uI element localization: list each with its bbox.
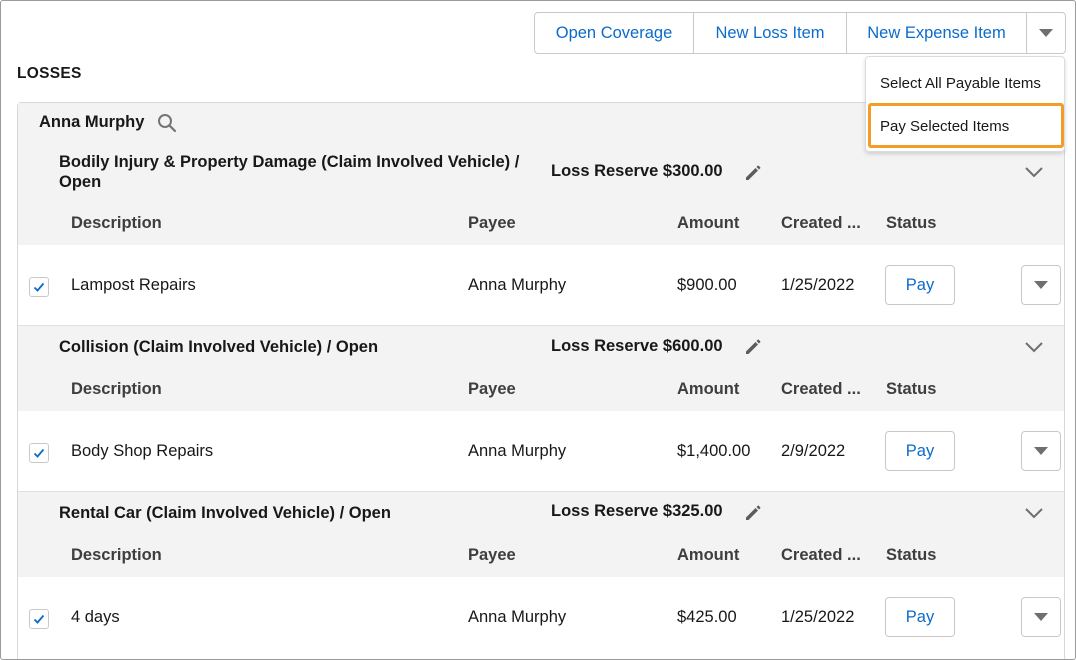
coverage-title: Rental Car (Claim Involved Vehicle) / Op… (59, 504, 391, 522)
pencil-icon[interactable] (743, 503, 763, 523)
claimant-name: Anna Murphy (39, 113, 145, 131)
column-header-amount[interactable]: Amount (677, 214, 739, 233)
item-created-date: 1/25/2022 (781, 608, 855, 626)
item-amount: $900.00 (677, 276, 737, 294)
item-payee: Anna Murphy (468, 276, 567, 294)
column-header-status[interactable]: Status (886, 546, 936, 565)
checkmark-icon (33, 282, 45, 292)
loss-reserve: Loss Reserve $300.00 (551, 162, 723, 180)
loss-reserve: Loss Reserve $325.00 (551, 502, 723, 520)
menu-item-pay-selected[interactable]: Pay Selected Items (880, 118, 1009, 135)
checkmark-icon (33, 448, 45, 458)
pencil-icon[interactable] (743, 337, 763, 357)
column-header-description[interactable]: Description (71, 380, 162, 399)
coverage-title-line1: Bodily Injury & Property Damage (Claim I… (59, 153, 520, 171)
menu-item-select-all-payable[interactable]: Select All Payable Items (880, 75, 1041, 92)
losses-card: Anna Murphy Bodily Injury & Property Dam… (17, 102, 1065, 659)
new-expense-item-button[interactable]: New Expense Item (847, 13, 1027, 53)
row-actions-button[interactable] (1021, 597, 1061, 637)
item-created-date: 2/9/2022 (781, 442, 846, 460)
chevron-down-icon[interactable] (1024, 506, 1044, 520)
column-header-created[interactable]: Created ... (781, 546, 861, 565)
actions-dropdown-menu: Select All Payable Items Pay Selected It… (865, 56, 1065, 152)
open-coverage-button[interactable]: Open Coverage (535, 13, 694, 53)
chevron-down-icon (1034, 613, 1048, 621)
row-checkbox[interactable] (29, 609, 49, 629)
coverage-header: Rental Car (Claim Involved Vehicle) / Op… (18, 491, 1064, 535)
column-header-created[interactable]: Created ... (781, 214, 861, 233)
row-checkbox[interactable] (29, 277, 49, 297)
table-row: Lampost Repairs Anna Murphy $900.00 1/25… (18, 245, 1064, 325)
coverage-header: Collision (Claim Involved Vehicle) / Ope… (18, 325, 1064, 369)
pay-button[interactable]: Pay (885, 597, 955, 637)
column-header-description[interactable]: Description (71, 214, 162, 233)
item-description: 4 days (71, 608, 120, 626)
chevron-down-icon (1034, 447, 1048, 455)
checkmark-icon (33, 614, 45, 624)
column-header-description[interactable]: Description (71, 546, 162, 565)
row-actions-button[interactable] (1021, 431, 1061, 471)
item-description: Body Shop Repairs (71, 442, 214, 460)
column-header-created[interactable]: Created ... (781, 380, 861, 399)
losses-panel: Open Coverage New Loss Item New Expense … (0, 0, 1076, 660)
pay-button[interactable]: Pay (885, 265, 955, 305)
item-payee: Anna Murphy (468, 608, 567, 626)
column-header-payee[interactable]: Payee (468, 380, 516, 399)
table-row: 4 days Anna Murphy $425.00 1/25/2022 Pay (18, 577, 1064, 657)
chevron-down-icon (1034, 281, 1048, 289)
more-actions-button[interactable] (1027, 13, 1065, 53)
coverage-title: Bodily Injury & Property Damage (Claim I… (59, 152, 519, 192)
pencil-icon[interactable] (743, 163, 763, 183)
column-header-payee[interactable]: Payee (468, 546, 516, 565)
chevron-down-icon[interactable] (1024, 340, 1044, 354)
item-amount: $1,400.00 (677, 442, 751, 460)
column-header-amount[interactable]: Amount (677, 546, 739, 565)
chevron-down-icon[interactable] (1024, 165, 1044, 179)
coverage-title: Collision (Claim Involved Vehicle) / Ope… (59, 338, 379, 356)
table-row: Body Shop Repairs Anna Murphy $1,400.00 … (18, 411, 1064, 491)
item-created-date: 1/25/2022 (781, 276, 855, 294)
column-header-row: Description Payee Amount Created ... Sta… (18, 367, 1064, 411)
item-description: Lampost Repairs (71, 276, 196, 294)
column-header-status[interactable]: Status (886, 214, 936, 233)
column-header-amount[interactable]: Amount (677, 380, 739, 399)
search-icon[interactable] (157, 113, 177, 133)
chevron-down-icon (1039, 29, 1053, 37)
section-title: LOSSES (17, 65, 82, 82)
new-loss-item-button[interactable]: New Loss Item (694, 13, 847, 53)
pay-button[interactable]: Pay (885, 431, 955, 471)
loss-reserve: Loss Reserve $600.00 (551, 337, 723, 355)
item-payee: Anna Murphy (468, 442, 567, 460)
item-amount: $425.00 (677, 608, 737, 626)
row-checkbox[interactable] (29, 443, 49, 463)
column-header-status[interactable]: Status (886, 380, 936, 399)
row-actions-button[interactable] (1021, 265, 1061, 305)
action-button-group: Open Coverage New Loss Item New Expense … (534, 12, 1066, 54)
column-header-row: Description Payee Amount Created ... Sta… (18, 533, 1064, 577)
column-header-payee[interactable]: Payee (468, 214, 516, 233)
column-header-row: Description Payee Amount Created ... Sta… (18, 201, 1064, 245)
coverage-title-line2: Open (59, 173, 102, 191)
